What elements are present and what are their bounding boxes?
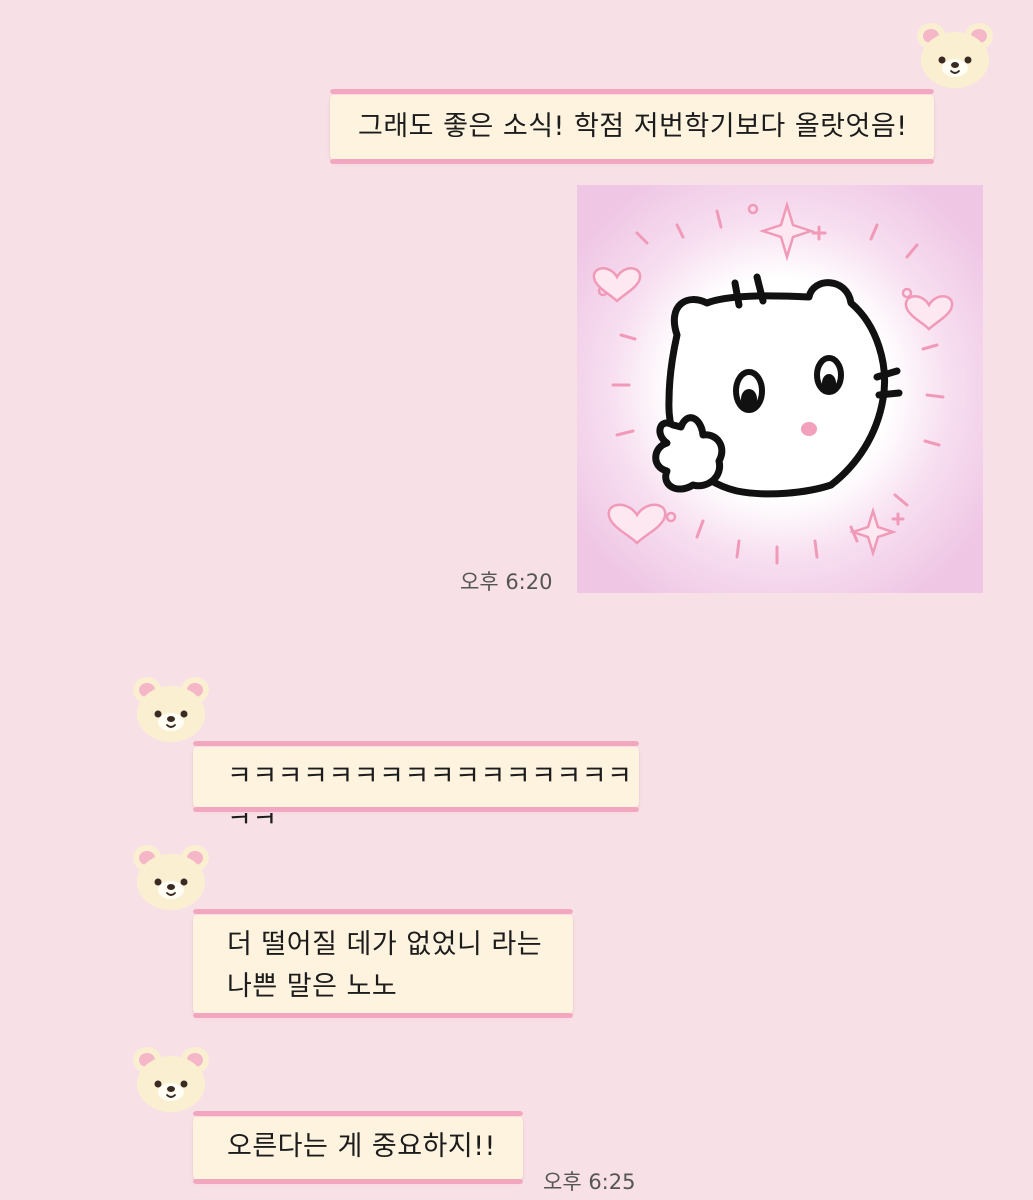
bear-face-icon[interactable]: [130, 1040, 212, 1116]
message-text: 오른다는 게 중요하지!!: [227, 1131, 496, 1162]
message-bubble[interactable]: 더 떨어질 데가 없었니 라는 나쁜 말은 노노: [193, 909, 573, 1019]
bear-face-icon[interactable]: [130, 838, 212, 914]
bear-peace-sign-sticker[interactable]: [577, 185, 983, 593]
message-bubble[interactable]: 오른다는 게 중요하지!!: [193, 1111, 523, 1185]
message-text: 그래도 좋은 소식! 학점 저번학기보다 올랏엇음!: [358, 111, 908, 142]
message-timestamp: 오후 6:20: [460, 570, 553, 594]
message-bubble[interactable]: ㅋㅋㅋㅋㅋㅋㅋㅋㅋㅋㅋㅋㅋㅋㅋㅋㅋㅋ: [193, 741, 639, 834]
chat-thread: 그래도 좋은 소식! 학점 저번학기보다 올랏엇음! 오후 6:20 ㅋㅋㅋㅋㅋ…: [0, 0, 1033, 1200]
message-timestamp: 오후 6:25: [543, 1170, 636, 1194]
message-text: ㅋㅋㅋㅋㅋㅋㅋㅋㅋㅋㅋㅋㅋㅋㅋㅋㅋㅋ: [227, 761, 633, 834]
bear-face-icon[interactable]: [130, 670, 212, 746]
message-bubble[interactable]: 그래도 좋은 소식! 학점 저번학기보다 올랏엇음!: [330, 89, 934, 165]
message-text: 더 떨어질 데가 없었니 라는 나쁜 말은 노노: [227, 929, 543, 1002]
bear-face-icon[interactable]: [914, 16, 996, 92]
